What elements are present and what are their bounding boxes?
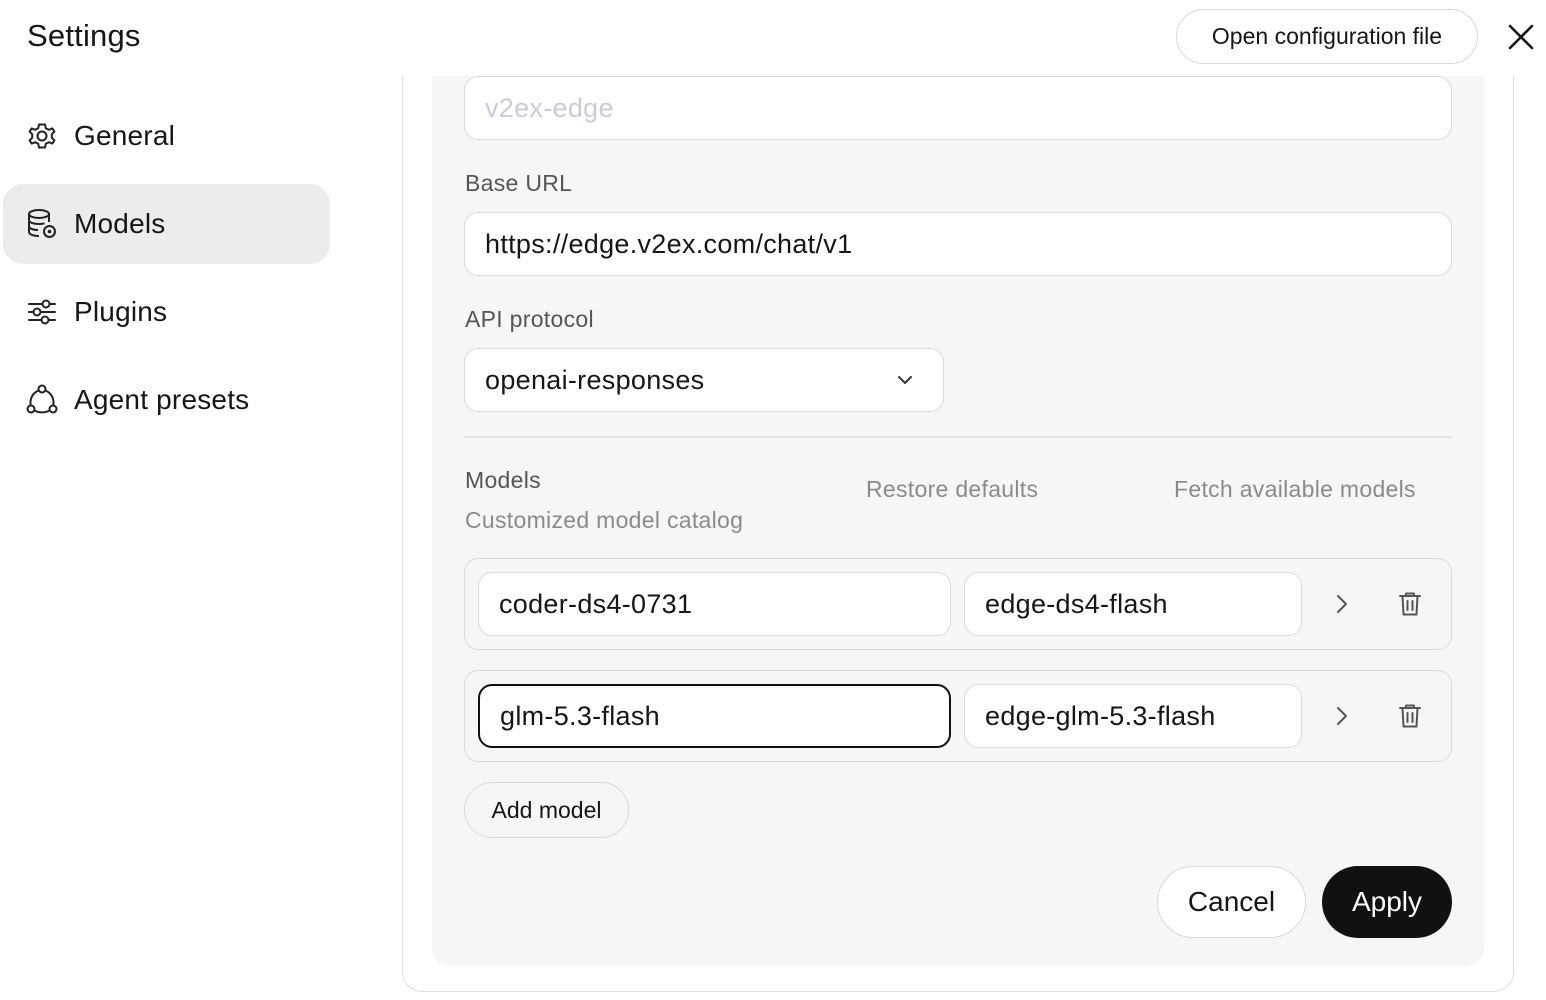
models-section-title: Models bbox=[465, 467, 541, 493]
page-title: Settings bbox=[27, 18, 141, 53]
base-url-label: Base URL bbox=[465, 170, 573, 196]
model-alias-input[interactable] bbox=[964, 572, 1302, 636]
apply-button[interactable]: Apply bbox=[1322, 866, 1452, 938]
sidebar-item-label: Agent presets bbox=[74, 384, 250, 415]
model-id-input[interactable] bbox=[478, 572, 951, 636]
chevron-right-icon bbox=[1337, 595, 1347, 613]
close-icon bbox=[1508, 24, 1534, 50]
trash-icon bbox=[1399, 704, 1421, 728]
sidebar-item-label: Plugins bbox=[74, 296, 168, 327]
cancel-button[interactable]: Cancel bbox=[1157, 866, 1306, 938]
api-protocol-select[interactable]: openai-responses bbox=[464, 348, 944, 412]
api-protocol-label: API protocol bbox=[465, 306, 594, 332]
sidebar-item-label: Models bbox=[74, 208, 166, 239]
sidebar-item-models[interactable]: Models bbox=[3, 184, 330, 264]
sidebar-item-agent-presets[interactable]: Agent presets bbox=[3, 360, 330, 440]
open-configuration-file-button[interactable]: Open configuration file bbox=[1176, 9, 1478, 64]
model-id-input[interactable] bbox=[478, 684, 951, 748]
section-divider bbox=[464, 436, 1452, 438]
add-model-button[interactable]: Add model bbox=[464, 782, 629, 838]
fetch-available-models-button[interactable]: Fetch available models bbox=[1174, 476, 1416, 503]
database-gear-icon bbox=[25, 207, 59, 241]
sliders-icon bbox=[25, 295, 59, 329]
sidebar-item-label: General bbox=[74, 120, 176, 151]
chevron-right-icon bbox=[1337, 707, 1347, 725]
trash-icon bbox=[1399, 592, 1421, 616]
delete-model-button[interactable] bbox=[1392, 698, 1428, 734]
close-button[interactable] bbox=[1500, 16, 1542, 58]
provider-name-input[interactable] bbox=[464, 76, 1452, 140]
expand-row-button[interactable] bbox=[1324, 586, 1360, 622]
model-alias-input[interactable] bbox=[964, 684, 1302, 748]
restore-defaults-button[interactable]: Restore defaults bbox=[866, 476, 1038, 503]
expand-row-button[interactable] bbox=[1324, 698, 1360, 734]
base-url-input[interactable] bbox=[464, 212, 1452, 276]
api-protocol-value: openai-responses bbox=[485, 364, 705, 395]
gear-icon bbox=[25, 119, 59, 153]
sidebar-item-plugins[interactable]: Plugins bbox=[3, 272, 330, 352]
chevron-down-icon bbox=[893, 368, 917, 392]
nodes-icon bbox=[25, 383, 59, 417]
delete-model-button[interactable] bbox=[1392, 586, 1428, 622]
sidebar-item-general[interactable]: General bbox=[3, 96, 330, 176]
models-section-subtitle: Customized model catalog bbox=[465, 507, 744, 533]
